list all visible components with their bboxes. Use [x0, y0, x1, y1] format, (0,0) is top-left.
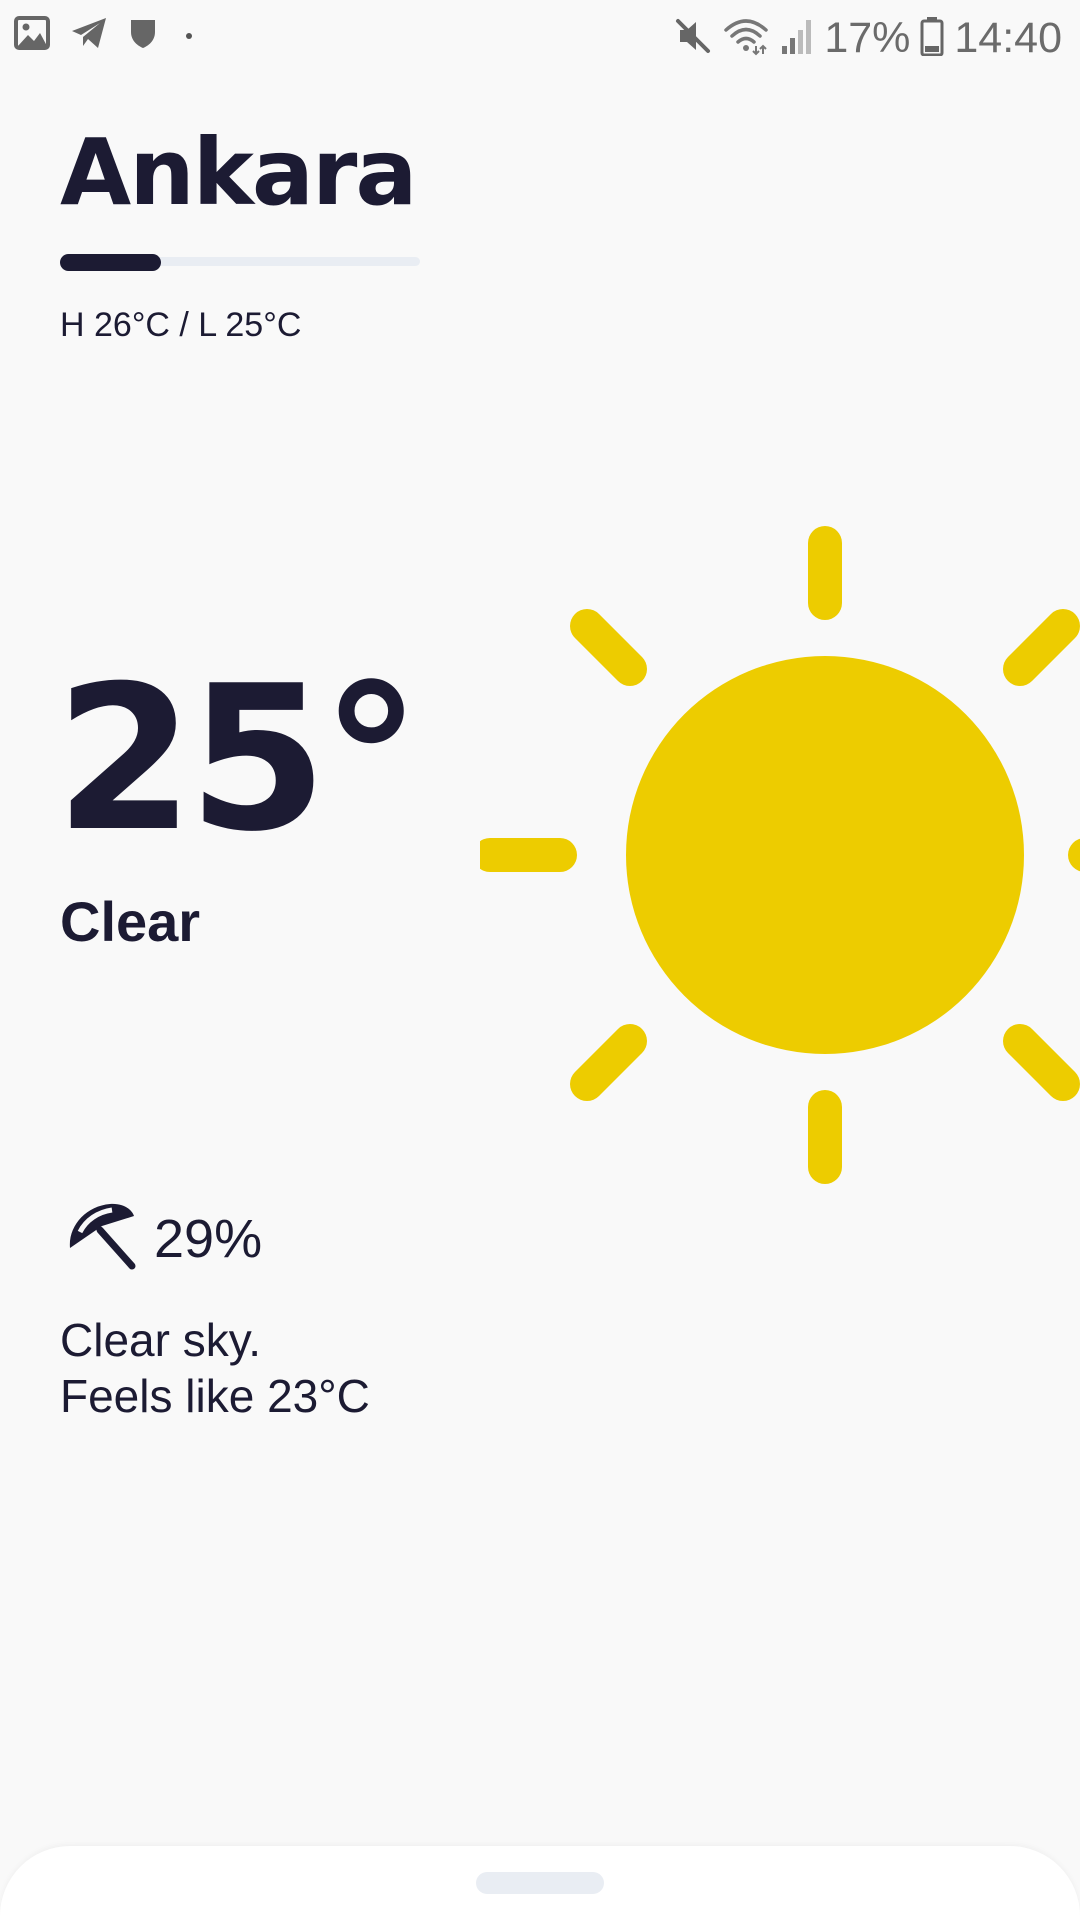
- drag-handle[interactable]: [476, 1872, 604, 1894]
- bottom-sheet[interactable]: [0, 1846, 1080, 1920]
- sun-icon: [473, 510, 1080, 1190]
- status-bar: 17% 14:40: [0, 0, 1080, 74]
- shield-icon: [128, 16, 158, 55]
- wifi-icon: [722, 16, 770, 61]
- status-left: [14, 16, 192, 55]
- clock: 14:40: [954, 14, 1062, 62]
- feels-like-line: Feels like 23°C: [60, 1370, 370, 1422]
- battery-percent: 17%: [824, 14, 911, 62]
- weather-screen: 17% 14:40 Ankara H 26°C / L 25°C 25° Cle…: [0, 0, 1080, 1920]
- precipitation-row: 29%: [66, 1200, 262, 1277]
- precipitation-chance: 29%: [154, 1208, 263, 1269]
- condition-label: Clear: [60, 890, 201, 953]
- signal-icon: [780, 16, 814, 61]
- day-progress-fill: [60, 254, 161, 271]
- battery-icon: [920, 16, 944, 61]
- mute-icon: [674, 17, 712, 60]
- notification-dot: [186, 32, 192, 39]
- description-line: Clear sky.: [60, 1314, 262, 1366]
- city-name: Ankara: [60, 119, 417, 226]
- high-low-temperature: H 26°C / L 25°C: [60, 306, 302, 344]
- gallery-icon: [14, 16, 50, 55]
- weather-description: Clear sky. Feels like 23°C: [60, 1312, 370, 1424]
- telegram-icon: [70, 16, 108, 55]
- umbrella-icon: [66, 1200, 140, 1277]
- current-temperature: 25°: [55, 643, 421, 876]
- status-right: 17% 14:40: [674, 10, 1062, 66]
